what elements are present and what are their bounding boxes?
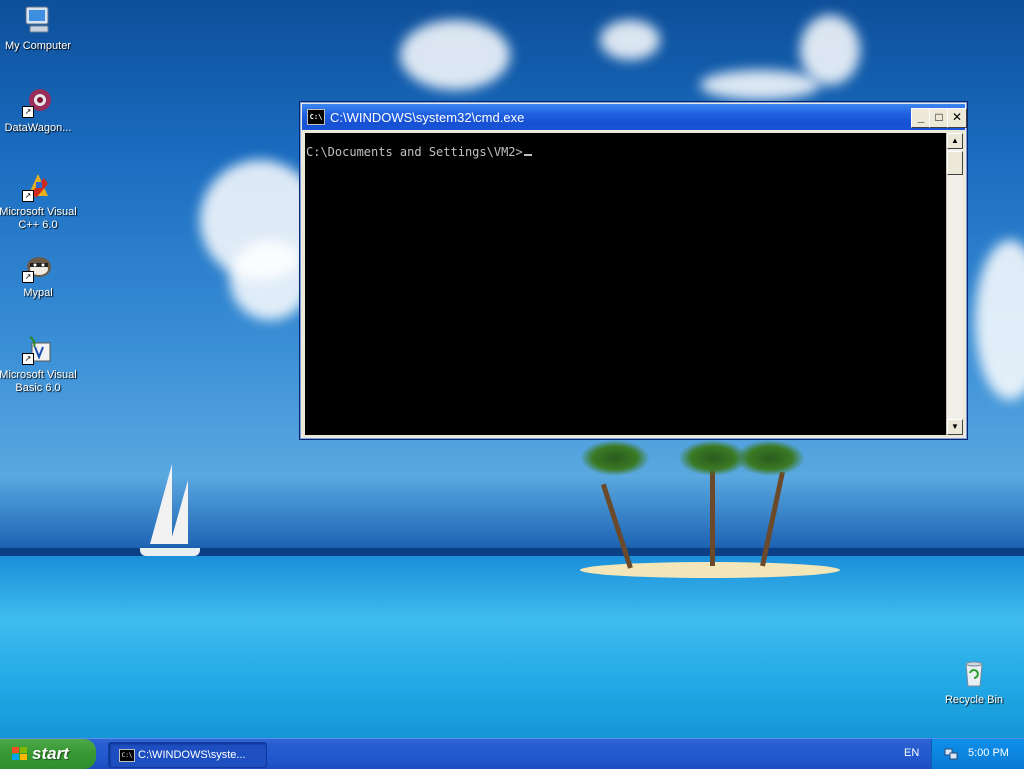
mypal-icon: ↗ [22,251,54,283]
palm-leaves [580,440,650,476]
palm-trunk [710,470,715,566]
cloud [230,240,310,320]
desktop-icon-label: DataWagon... [4,122,72,134]
sea [0,556,1024,738]
scroll-up-button[interactable]: ▲ [947,133,963,149]
window-titlebar[interactable]: C:\ C:\WINDOWS\system32\cmd.exe _ □ ✕ [302,104,967,130]
console-icon: C:\ [119,749,135,762]
computer-icon [22,4,54,36]
shortcut-arrow-icon: ↗ [22,353,34,365]
desktop-icon-label: My Computer [4,40,72,52]
palm-leaves [735,440,805,476]
desktop-icon-datawagon[interactable]: ↗ DataWagon... [0,86,78,135]
cloud [800,15,860,85]
clock[interactable]: 5:00 PM [968,747,1009,759]
desktop-icon-recycle-bin[interactable]: Recycle Bin [934,658,1014,707]
console-icon: C:\ [307,109,325,125]
taskbar: start C:\ C:\WINDOWS\syste... EN 5:00 PM [0,738,1024,769]
network-icon[interactable] [944,747,958,761]
scroll-down-button[interactable]: ▼ [947,419,963,435]
windows-logo-icon [12,747,28,761]
command-line: C:\Documents and Settings\VM2> [306,145,532,159]
visual-basic-icon: ↗ [22,333,54,365]
shortcut-arrow-icon: ↗ [22,271,34,283]
sailboat-sail [170,480,188,544]
desktop-icon-visual-cpp[interactable]: ↗ Microsoft Visual C++ 6.0 [0,170,78,232]
desktop-icon-label: Microsoft Visual Basic 6.0 [0,369,77,394]
visual-cpp-icon: ↗ [22,170,54,202]
desktop-icon-label: Microsoft Visual C++ 6.0 [0,206,77,231]
cloud [700,70,820,100]
maximize-button[interactable]: □ [929,108,949,128]
window-title: C:\WINDOWS\system32\cmd.exe [330,110,525,125]
cloud [600,20,660,60]
cloud [975,240,1024,400]
desktop-icon-mypal[interactable]: ↗ Mypal [0,251,78,300]
sailboat-sail [150,464,172,544]
sailboat-hull [140,548,200,556]
text-cursor [523,154,532,156]
desktop-icon-label: Recycle Bin [944,694,1004,706]
prompt-text: C:\Documents and Settings\VM2> [306,145,523,159]
scroll-thumb[interactable] [947,151,963,175]
system-tray: 5:00 PM [931,739,1024,769]
vertical-scrollbar[interactable]: ▲ ▼ [946,133,963,435]
start-label: start [32,744,69,763]
cloud [400,20,510,90]
start-button[interactable]: start [0,739,96,769]
datawagon-icon: ↗ [22,86,54,118]
console-output[interactable]: C:\Documents and Settings\VM2> [305,133,947,435]
desktop-icon-visual-basic[interactable]: ↗ Microsoft Visual Basic 6.0 [0,333,78,395]
shortcut-arrow-icon: ↗ [22,190,34,202]
language-indicator[interactable]: EN [904,747,919,759]
cmd-window[interactable]: C:\ C:\WINDOWS\system32\cmd.exe _ □ ✕ C:… [299,101,968,440]
taskbar-item-label: C:\WINDOWS\syste... [138,749,246,761]
shortcut-arrow-icon: ↗ [22,106,34,118]
recycle-bin-icon [958,658,990,690]
minimize-button[interactable]: _ [911,108,931,128]
desktop-icon-label: Mypal [23,287,53,299]
taskbar-item-cmd[interactable]: C:\ C:\WINDOWS\syste... [108,742,267,768]
close-button[interactable]: ✕ [947,108,967,128]
desktop-icon-my-computer[interactable]: My Computer [0,4,78,53]
